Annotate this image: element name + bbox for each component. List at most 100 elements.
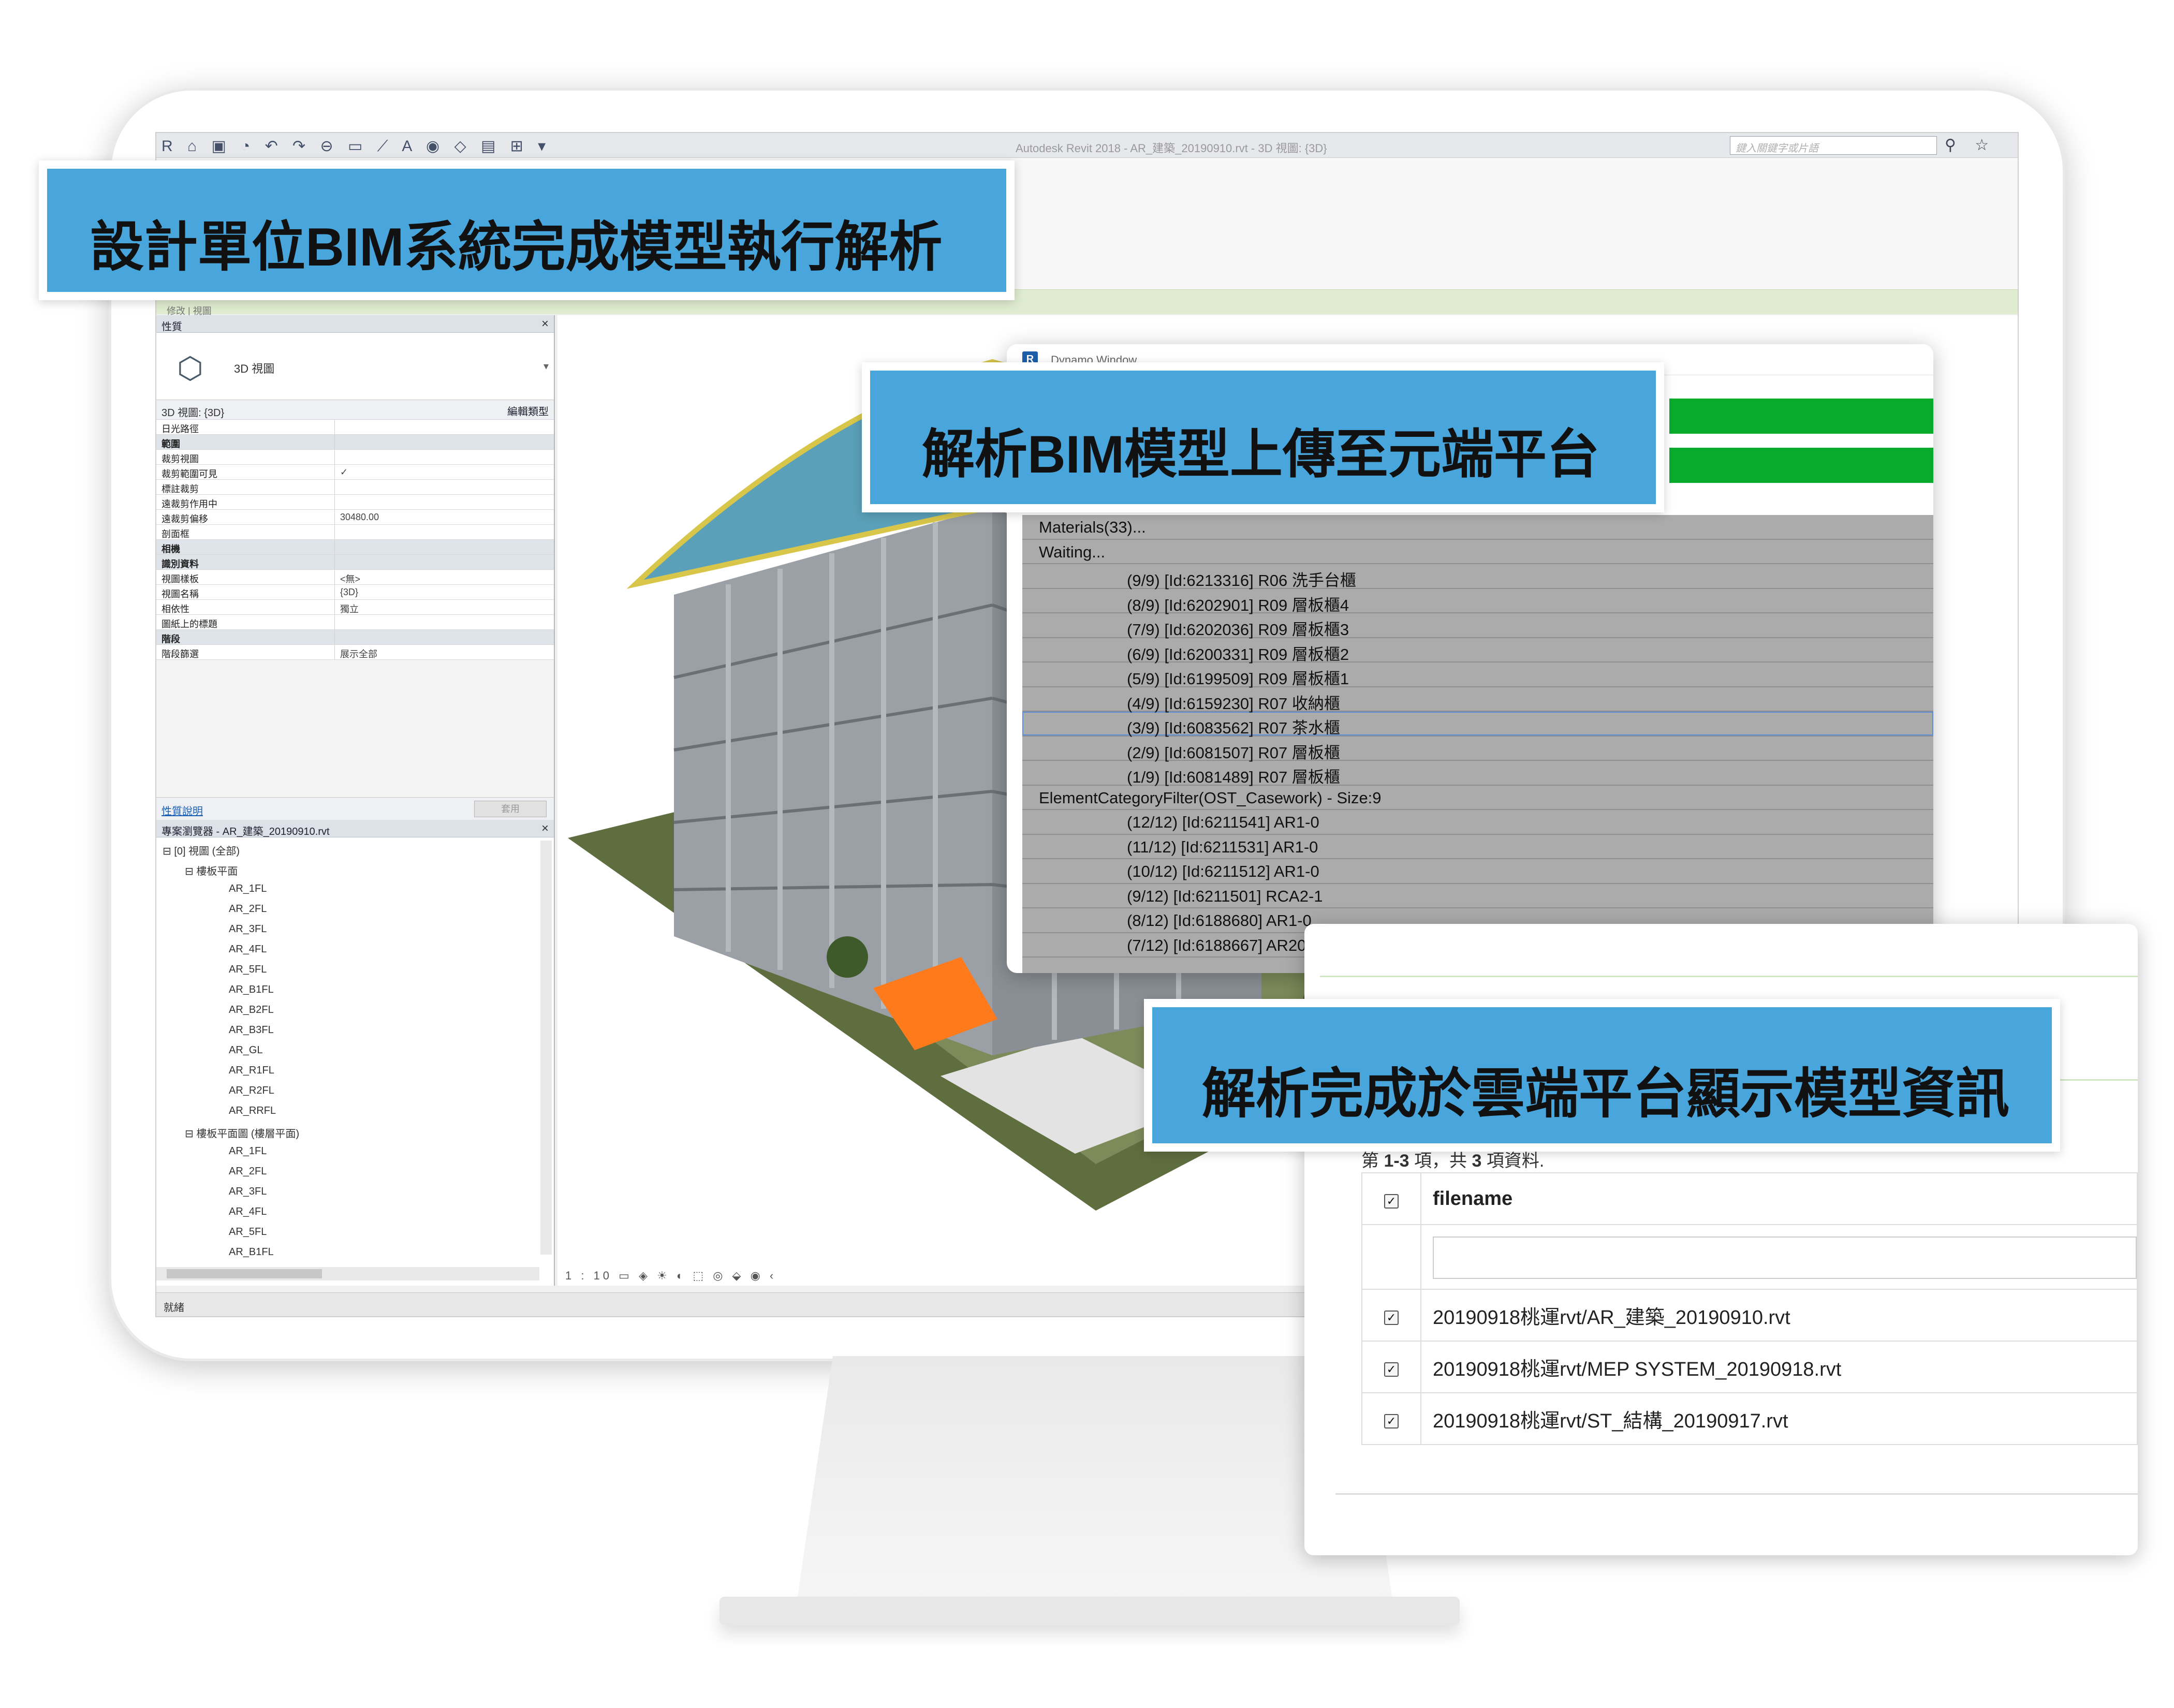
view-control-bar[interactable]: 1 : 10 ▭ ◈ ☀ ◐ ⬚ ◎ ⬙ ◉ ‹ xyxy=(565,1269,776,1283)
edit-type-button[interactable]: 編輯類型 xyxy=(507,403,549,418)
log-line[interactable]: (1/9) [Id:6081489] R07 層板櫃 xyxy=(1022,761,1933,786)
browser-tree-item[interactable]: AR_4FL xyxy=(156,939,539,960)
property-value[interactable] xyxy=(335,540,554,554)
help-toolbar-icons[interactable]: ⚲ ☆ xyxy=(1945,136,1996,154)
browser-tree-item[interactable]: AR_B3FL xyxy=(156,1020,539,1040)
browser-tree-item[interactable]: AR_R2FL xyxy=(156,1081,539,1101)
log-line[interactable]: (5/9) [Id:6199509] R09 層板櫃1 xyxy=(1022,662,1933,688)
log-line[interactable]: (9/12) [Id:6211501] RCA2-1 xyxy=(1022,884,1933,908)
property-value[interactable] xyxy=(335,495,554,509)
log-output[interactable]: Materials(33)... Waiting... (9/9) [Id:6213… xyxy=(1022,515,1933,973)
property-row[interactable]: 標註裁剪 xyxy=(156,480,554,495)
log-line[interactable]: (11/12) [Id:6211531] AR1-0 xyxy=(1022,835,1933,859)
filename-cell[interactable]: 20190918桃運rvt/ST_結構_20190917.rvt xyxy=(1420,1392,2138,1445)
log-line[interactable]: (2/9) [Id:6081507] R07 層板櫃 xyxy=(1022,737,1933,762)
browser-tree-item[interactable]: AR_3FL xyxy=(156,1182,539,1202)
browser-tree-item[interactable]: AR_B1FL xyxy=(156,980,539,1000)
browser-tree-item[interactable]: AR_5FL xyxy=(156,960,539,980)
browser-tree-item[interactable]: AR_B1FL xyxy=(156,1242,539,1258)
log-line[interactable]: ElementCategoryFilter(OST_Casework) - Si… xyxy=(1022,786,1933,810)
browser-tree-item[interactable]: AR_5FL xyxy=(156,1222,539,1242)
property-row[interactable]: 裁剪範圍可見 ✓ xyxy=(156,465,554,480)
chevron-down-icon[interactable]: ▾ xyxy=(544,360,549,373)
record-range: 1-3 xyxy=(1384,1151,1409,1171)
property-value[interactable] xyxy=(335,525,554,539)
log-line[interactable]: (12/12) [Id:6211541] AR1-0 xyxy=(1022,810,1933,835)
property-row[interactable]: 視圖名稱 {3D} xyxy=(156,585,554,600)
property-row[interactable]: 裁剪視圖 xyxy=(156,450,554,465)
property-row[interactable]: 剖面框 xyxy=(156,525,554,540)
filename-header[interactable]: filename xyxy=(1420,1172,2138,1225)
select-all-checkbox[interactable]: ✓ xyxy=(1384,1194,1399,1209)
log-line[interactable]: (3/9) [Id:6083562] R07 茶水櫃 xyxy=(1022,712,1933,737)
property-value[interactable] xyxy=(335,450,554,464)
row-checkbox[interactable]: ✓ xyxy=(1384,1362,1399,1377)
property-row[interactable]: 相依性 獨立 xyxy=(156,600,554,615)
property-value[interactable]: 獨立 xyxy=(335,600,554,614)
property-value[interactable] xyxy=(335,480,554,494)
property-value[interactable]: ✓ xyxy=(335,465,554,479)
filename-cell[interactable]: 20190918桃運rvt/MEP SYSTEM_20190918.rvt xyxy=(1420,1341,2138,1393)
property-row[interactable]: 階段篩選 展示全部 xyxy=(156,645,554,660)
property-value[interactable] xyxy=(335,420,554,434)
type-selector[interactable]: ⬡ 3D 視圖 ▾ xyxy=(156,333,554,400)
property-row[interactable]: 視圖樣板 <無> xyxy=(156,570,554,585)
property-value[interactable] xyxy=(335,555,554,569)
view-scale[interactable]: 1 : 10 xyxy=(565,1269,612,1282)
properties-help-link[interactable]: 性質說明 xyxy=(161,803,203,818)
property-value[interactable] xyxy=(335,435,554,449)
browser-horizontal-scrollbar[interactable] xyxy=(156,1267,539,1280)
filename-filter-input[interactable] xyxy=(1433,1236,2137,1279)
filename-cell[interactable]: 20190918桃運rvt/AR_建築_20190910.rvt xyxy=(1420,1289,2138,1342)
property-row[interactable]: 相機 xyxy=(156,540,554,555)
close-icon[interactable]: × xyxy=(541,821,549,836)
table-row[interactable]: ✓ 20190918桃運rvt/ST_結構_20190917.rvt xyxy=(1361,1392,2138,1445)
log-line[interactable]: (10/12) [Id:6211512] AR1-0 xyxy=(1022,859,1933,884)
browser-tree-item[interactable]: AR_2FL xyxy=(156,1161,539,1182)
property-row[interactable]: 遠裁剪偏移 30480.00 xyxy=(156,510,554,525)
browser-tree-item[interactable]: AR_R1FL xyxy=(156,1061,539,1081)
property-row[interactable]: 範圍 xyxy=(156,435,554,450)
log-line[interactable]: Materials(33)... xyxy=(1022,515,1933,540)
property-value[interactable]: 30480.00 xyxy=(335,510,554,524)
scroll-thumb[interactable] xyxy=(167,1269,322,1278)
browser-tree-item[interactable]: ⊟ 樓板平面圖 (樓層平面) xyxy=(156,1121,539,1141)
row-checkbox[interactable]: ✓ xyxy=(1384,1413,1399,1429)
browser-tree-item[interactable]: AR_4FL xyxy=(156,1202,539,1222)
browser-tree-item[interactable]: AR_B2FL xyxy=(156,1000,539,1020)
log-line[interactable]: (7/9) [Id:6202036] R09 層板櫃3 xyxy=(1022,613,1933,639)
quick-access-icons[interactable]: R ⌂ ▣ ◔ ↶ ↷ ⊖ ▭ ⟋ A ◉ ◇ ▤ ⊞ ▾ xyxy=(161,137,551,155)
property-row[interactable]: 識別資料 xyxy=(156,555,554,570)
browser-vertical-scrollbar[interactable] xyxy=(540,841,552,1255)
browser-tree-item[interactable]: AR_RRFL xyxy=(156,1101,539,1121)
view-control-icons[interactable]: ▭ ◈ ☀ ◐ ⬚ ◎ ⬙ ◉ ‹ xyxy=(619,1269,776,1282)
property-value[interactable]: 展示全部 xyxy=(335,645,554,659)
log-line[interactable]: (9/9) [Id:6213316] R06 洗手台櫃 xyxy=(1022,564,1933,590)
close-icon[interactable]: × xyxy=(541,317,549,331)
table-row[interactable]: ✓ 20190918桃運rvt/MEP SYSTEM_20190918.rvt xyxy=(1361,1341,2138,1393)
property-value[interactable]: {3D} xyxy=(335,585,554,599)
log-line[interactable]: (4/9) [Id:6159230] R07 收納櫃 xyxy=(1022,687,1933,713)
property-value[interactable] xyxy=(335,615,554,629)
property-value[interactable] xyxy=(335,630,554,644)
browser-tree-item[interactable]: AR_1FL xyxy=(156,1141,539,1161)
property-row[interactable]: 圖紙上的標題 xyxy=(156,615,554,630)
log-line[interactable]: (8/9) [Id:6202901] R09 層板櫃4 xyxy=(1022,589,1933,614)
browser-tree-item[interactable]: AR_1FL xyxy=(156,879,539,899)
instance-filter-row[interactable]: 3D 視圖: {3D} 編輯類型 xyxy=(156,400,554,420)
apply-button[interactable]: 套用 xyxy=(474,801,547,817)
browser-tree-item[interactable]: ⊟ [0] 視圖 (全部) xyxy=(156,838,539,859)
log-line[interactable]: (6/9) [Id:6200331] R09 層板櫃2 xyxy=(1022,638,1933,664)
property-row[interactable]: 日光路徑 xyxy=(156,420,554,435)
browser-tree-item[interactable]: AR_2FL xyxy=(156,899,539,919)
log-line[interactable]: Waiting... xyxy=(1022,540,1933,564)
property-row[interactable]: 階段 xyxy=(156,630,554,645)
table-row[interactable]: ✓ 20190918桃運rvt/AR_建築_20190910.rvt xyxy=(1361,1289,2138,1342)
property-value[interactable]: <無> xyxy=(335,570,554,584)
browser-tree-item[interactable]: AR_3FL xyxy=(156,919,539,939)
browser-tree-item[interactable]: ⊟ 樓板平面 xyxy=(156,859,539,879)
row-checkbox[interactable]: ✓ xyxy=(1384,1310,1399,1325)
browser-tree-item[interactable]: AR_GL xyxy=(156,1040,539,1061)
help-search-input[interactable]: 鍵入關鍵字或片語 xyxy=(1730,136,1937,155)
property-row[interactable]: 遠裁剪作用中 xyxy=(156,495,554,510)
